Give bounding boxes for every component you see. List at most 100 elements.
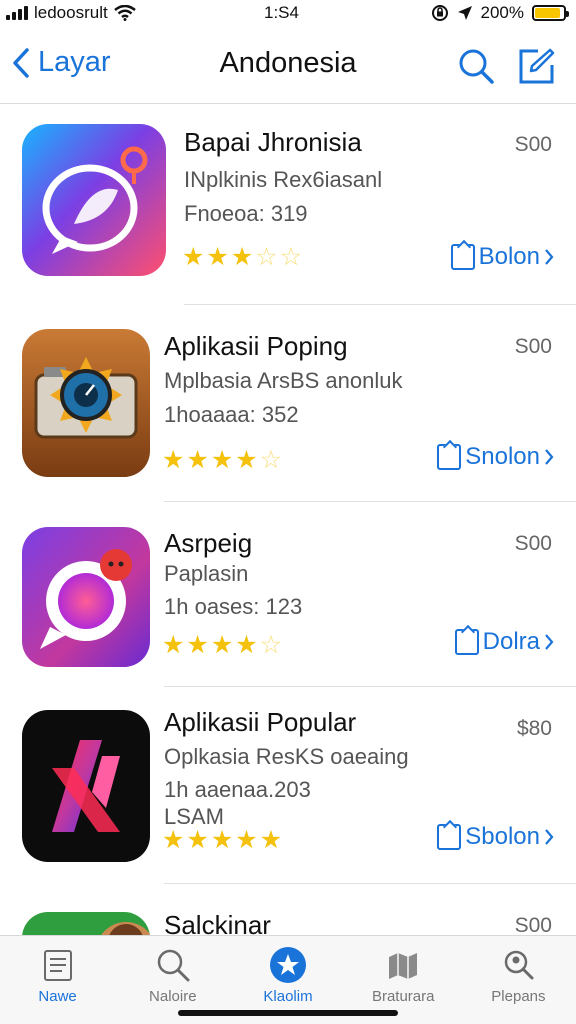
tab-label: Nawe [38, 988, 77, 1005]
star-full-icon: ★ [235, 631, 258, 659]
tab-label: Naloire [149, 988, 197, 1005]
rating-stars: ★ ★ ★ ★ ☆ [162, 448, 282, 473]
search-icon [459, 49, 494, 84]
app-subtitle: INplkinis Rex6iasanl [184, 167, 383, 192]
battery-fill [535, 8, 561, 18]
app-meta: 1hoaaaa: 352 [164, 402, 299, 427]
chevron-right-icon [545, 449, 554, 465]
app-subtitle: Oplkasia ResKS oaeaing [164, 744, 409, 769]
app-subtitle: Mplbasia ArsBS anonluk [164, 368, 403, 393]
chevron-left-icon [13, 47, 29, 78]
app-icon-camera [22, 329, 150, 477]
star-full-icon: ★ [186, 446, 209, 474]
get-button[interactable]: Bolon [450, 243, 554, 271]
app-price: S00 [514, 914, 552, 935]
app-icon-x-logo [22, 710, 150, 862]
star-full-icon: ★ [235, 446, 258, 474]
get-button[interactable]: Sbolon [437, 823, 554, 851]
chevron-right-icon [545, 249, 554, 265]
app-meta: 1h oases: 123 [164, 594, 303, 619]
status-time: 1:S4 [264, 3, 299, 22]
star-full-icon: ★ [206, 243, 229, 271]
star-full-icon: ★ [235, 826, 258, 854]
app-name: Bapai Jhronisia [184, 127, 362, 157]
app-name: Aplikasii Poping [164, 331, 348, 361]
wifi-icon [113, 5, 136, 21]
app-meta: 1h aaenaa.203 [164, 777, 311, 802]
star-full-icon: ★ [210, 826, 234, 854]
download-box-icon [437, 824, 462, 850]
carrier-name: ledoosrult [34, 3, 108, 22]
app-price: S00 [514, 133, 552, 156]
app-name: Salckinar [164, 910, 271, 935]
star-full-icon: ★ [162, 826, 185, 854]
lock-rotation-icon [431, 5, 448, 21]
battery-icon [532, 5, 569, 21]
list-item[interactable]: Aplikasii Popular Oplkasia ResKS oaeaing… [0, 687, 576, 884]
download-box-icon [450, 244, 475, 270]
list-item[interactable]: Salckinar S00 [0, 884, 576, 935]
app-icon-camera-ring [22, 527, 150, 667]
get-label: Bolon [478, 243, 540, 270]
document-icon [38, 945, 78, 985]
back-button[interactable]: Layar [12, 46, 111, 79]
nav-bar: Layar Andonesia [0, 30, 576, 104]
star-empty-icon: ☆ [279, 243, 303, 271]
tab-label: Klaolim [263, 988, 313, 1005]
app-list: Bapai Jhronisia INplkinis Rex6iasanl Fno… [0, 105, 576, 935]
rating-stars: ★ ★ ★ ★ ★ [162, 828, 282, 853]
rating-stars: ★ ★ ★ ☆ ☆ [182, 245, 302, 270]
app-meta: Fnoeoa: 319 [184, 201, 308, 226]
app-icon-chat [22, 124, 166, 276]
star-full-icon: ★ [186, 826, 209, 854]
star-full-icon: ★ [182, 243, 205, 271]
back-label: Layar [38, 46, 111, 78]
app-name: Asrpeig [164, 528, 253, 558]
app-subtitle: Paplasin [164, 561, 249, 586]
search-button[interactable] [456, 46, 496, 86]
app-price: $80 [516, 717, 552, 740]
get-label: Snolon [465, 443, 540, 470]
rating-stars: ★ ★ ★ ★ ☆ [162, 633, 282, 658]
chevron-right-icon [545, 634, 554, 650]
star-full-icon: ★ [210, 446, 234, 474]
search-person-icon [498, 945, 538, 985]
get-button[interactable]: Dolra [454, 628, 554, 656]
tab-plans[interactable]: Plepans [461, 936, 576, 1024]
tab-label: Plepans [491, 988, 546, 1005]
list-item[interactable]: Asrpeig Paplasin 1h oases: 123 S00 ★ ★ ★ ★ ☆… [0, 502, 576, 687]
app-price: S00 [514, 335, 552, 358]
status-left: ledoosrult [6, 3, 136, 23]
chevron-right-icon [545, 829, 554, 845]
tab-bar: Nawe Naloire Klaolim Braturara Plepans [0, 935, 576, 1024]
star-full-icon: ★ [230, 243, 254, 271]
status-right: 200% [431, 3, 569, 23]
list-item[interactable]: Aplikasii Poping Mplbasia ArsBS anonluk … [0, 305, 576, 502]
tab-new[interactable]: Nawe [0, 936, 115, 1024]
tab-label: Braturara [371, 988, 435, 1005]
status-bar: ledoosrult 1:S4 200% [0, 0, 576, 28]
star-half-icon: ★ [259, 826, 283, 854]
star-full-icon: ★ [210, 631, 234, 659]
app-name: Aplikasii Popular [164, 707, 357, 737]
star-full-icon: ★ [186, 631, 209, 659]
signal-icon [6, 6, 28, 20]
star-full-icon: ★ [162, 446, 185, 474]
app-price: S00 [514, 532, 552, 555]
star-empty-icon: ☆ [259, 631, 283, 659]
app-icon-green [22, 912, 150, 935]
compose-button[interactable] [516, 46, 556, 86]
list-item[interactable]: Bapai Jhronisia INplkinis Rex6iasanl Fno… [0, 105, 576, 305]
star-full-icon: ★ [162, 631, 185, 659]
compose-icon [519, 48, 555, 84]
get-label: Dolra [482, 628, 540, 655]
star-empty-icon: ☆ [255, 243, 278, 271]
download-box-icon [437, 444, 462, 470]
star-empty-icon: ☆ [259, 446, 283, 474]
get-button[interactable]: Snolon [437, 443, 554, 471]
download-box-icon [454, 629, 479, 655]
search-icon [153, 945, 193, 985]
home-indicator[interactable] [178, 1010, 398, 1016]
location-icon [457, 6, 472, 20]
get-label: Sbolon [465, 823, 540, 850]
